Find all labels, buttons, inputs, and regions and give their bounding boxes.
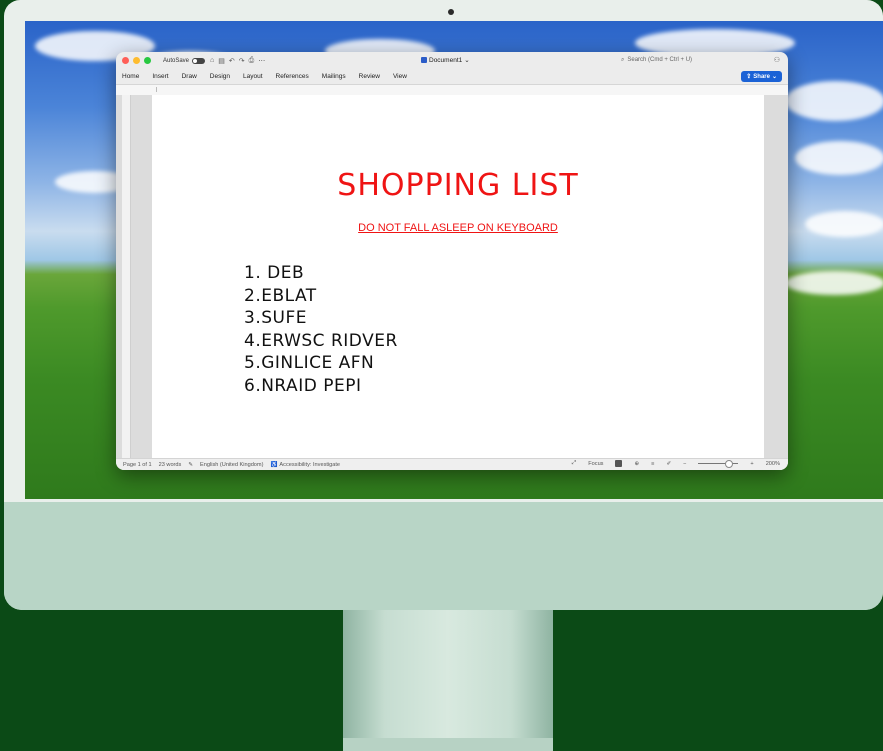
page-subheading: DO NOT FALL ASLEEP ON KEYBOARD bbox=[358, 222, 558, 234]
chevron-down-icon: ⌄ bbox=[771, 74, 777, 80]
focus-icon[interactable]: ⤢ bbox=[572, 460, 576, 467]
language-status[interactable]: English (United Kingdom) bbox=[200, 462, 263, 468]
imac-stand-base bbox=[343, 738, 553, 751]
save-icon[interactable]: ▤ bbox=[218, 57, 225, 65]
desktop-wallpaper: AutoSave ⌂ ▤ ↶ ↷ ⎙ ⋯ Document1 ⌄ ⌕ Searc… bbox=[25, 21, 883, 499]
document-page[interactable]: SHOPPING LIST DO NOT FALL ASLEEP ON KEYB… bbox=[152, 95, 764, 459]
search-box[interactable]: ⌕ Search (Cmd + Ctrl + U) bbox=[621, 55, 756, 65]
camera-icon bbox=[448, 9, 454, 15]
status-bar: Page 1 of 1 23 words ✎ English (United K… bbox=[116, 458, 788, 470]
autosave-control[interactable]: AutoSave bbox=[163, 57, 206, 64]
accessibility-status[interactable]: Accessibility: Investigate bbox=[279, 462, 340, 468]
accessibility-icon[interactable]: ♿ bbox=[270, 462, 277, 468]
list-item: 6.NRAID PEPI bbox=[244, 375, 362, 396]
page-heading: SHOPPING LIST bbox=[337, 168, 579, 203]
list-item: 5.GINLICE AFN bbox=[244, 353, 375, 373]
document-area: SHOPPING LIST DO NOT FALL ASLEEP ON KEYB… bbox=[116, 95, 788, 459]
word-window: AutoSave ⌂ ▤ ↶ ↷ ⎙ ⋯ Document1 ⌄ ⌕ Searc… bbox=[116, 52, 788, 470]
document-title[interactable]: Document1 ⌄ bbox=[421, 56, 470, 64]
word-doc-icon bbox=[421, 57, 427, 63]
chevron-down-icon: ⌄ bbox=[464, 57, 470, 64]
web-layout-icon[interactable]: ⊕ bbox=[634, 461, 639, 467]
tab-insert[interactable]: Insert bbox=[152, 73, 168, 80]
shopping-list: 1. DEB 2.EBLAT 3.SUFE 4.ERWSC RIDVER 5.G… bbox=[244, 262, 398, 397]
minimize-window-button[interactable] bbox=[133, 57, 140, 64]
tab-layout[interactable]: Layout bbox=[243, 73, 263, 80]
print-icon[interactable]: ⎙ bbox=[249, 57, 255, 65]
tab-draw[interactable]: Draw bbox=[182, 73, 197, 80]
share-button[interactable]: ⇪ Share ⌄ bbox=[741, 71, 782, 82]
page-count[interactable]: Page 1 of 1 bbox=[123, 462, 152, 468]
outline-icon[interactable]: ≡ bbox=[651, 461, 654, 467]
list-item: 2.EBLAT bbox=[244, 285, 317, 306]
search-icon: ⌕ bbox=[621, 56, 625, 63]
tab-design[interactable]: Design bbox=[210, 73, 230, 80]
zoom-out-button[interactable]: − bbox=[683, 461, 686, 467]
undo-icon[interactable]: ↶ bbox=[229, 57, 235, 65]
tab-review[interactable]: Review bbox=[359, 73, 380, 80]
title-bar: AutoSave ⌂ ▤ ↶ ↷ ⎙ ⋯ Document1 ⌄ ⌕ Searc… bbox=[116, 52, 788, 69]
list-item: 1. DEB bbox=[244, 263, 305, 283]
autosave-label: AutoSave bbox=[163, 57, 190, 64]
list-item: 3.SUFE bbox=[244, 308, 307, 328]
imac-stand bbox=[343, 610, 553, 751]
draft-icon[interactable]: ✐ bbox=[666, 461, 671, 467]
zoom-in-button[interactable]: + bbox=[750, 461, 753, 467]
focus-label[interactable]: Focus bbox=[588, 461, 603, 467]
tab-home[interactable]: Home bbox=[122, 73, 139, 80]
word-count[interactable]: 23 words bbox=[159, 462, 182, 468]
print-layout-icon[interactable] bbox=[615, 460, 623, 467]
autosave-toggle[interactable] bbox=[192, 57, 206, 64]
share-icon: ⇪ bbox=[746, 74, 752, 80]
search-placeholder: Search (Cmd + Ctrl + U) bbox=[627, 57, 693, 63]
imac-chin bbox=[4, 502, 883, 610]
tab-references[interactable]: References bbox=[276, 73, 309, 80]
close-window-button[interactable] bbox=[122, 57, 129, 64]
zoom-slider[interactable] bbox=[698, 460, 739, 468]
imac-body: AutoSave ⌂ ▤ ↶ ↷ ⎙ ⋯ Document1 ⌄ ⌕ Searc… bbox=[4, 0, 883, 610]
proofing-icon[interactable]: ✎ bbox=[188, 462, 193, 468]
redo-icon[interactable]: ↷ bbox=[239, 57, 245, 65]
fullscreen-window-button[interactable] bbox=[144, 57, 151, 64]
tab-view[interactable]: View bbox=[393, 73, 407, 80]
tab-mailings[interactable]: Mailings bbox=[322, 73, 346, 80]
home-icon[interactable]: ⌂ bbox=[210, 57, 214, 65]
person-icon[interactable]: ⚇ bbox=[774, 56, 780, 64]
more-icon[interactable]: ⋯ bbox=[258, 57, 265, 65]
vertical-ruler[interactable] bbox=[122, 95, 131, 459]
list-item: 4.ERWSC RIDVER bbox=[244, 330, 398, 351]
ribbon-tabs: Home Insert Draw Design Layout Reference… bbox=[116, 69, 788, 84]
zoom-level[interactable]: 200% bbox=[766, 461, 780, 467]
